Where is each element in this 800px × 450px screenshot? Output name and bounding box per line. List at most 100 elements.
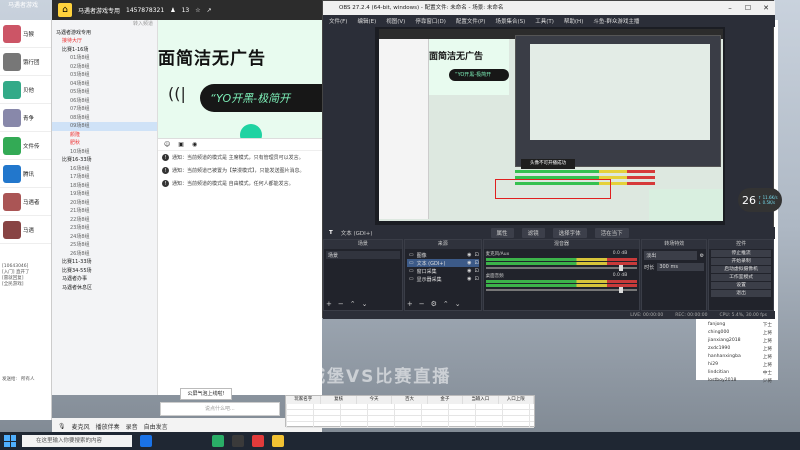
control-button[interactable]: 启动虚拟摄像机 — [711, 266, 772, 273]
sheet-column-header[interactable]: 百大 — [392, 396, 428, 404]
channel-tree-item[interactable]: 03场8组 — [52, 71, 157, 80]
channel-tree-item[interactable]: 24场8组 — [52, 233, 157, 242]
chat-input[interactable]: 说点什么吧... — [160, 402, 280, 416]
record-button[interactable]: 录音 — [126, 422, 138, 431]
duration-input[interactable]: 300 ms — [657, 263, 705, 271]
lock-icon[interactable]: ⊡ — [474, 260, 478, 266]
maximize-icon[interactable]: ☐ — [739, 1, 757, 15]
channel-tree-item[interactable]: 马遇者休息区 — [52, 284, 157, 293]
mic-label[interactable]: 麦克风 — [72, 422, 90, 431]
slider-handle[interactable] — [619, 265, 624, 271]
down-icon[interactable]: ⌄ — [455, 300, 461, 308]
location-icon[interactable]: ◉ — [192, 141, 197, 148]
channel-tree-item[interactable]: 05场8组 — [52, 88, 157, 97]
obs-menu-item[interactable]: 编辑(E) — [357, 17, 376, 25]
properties-button[interactable]: 属性 — [490, 228, 514, 238]
obs-menu-item[interactable]: 配置文件(P) — [456, 17, 486, 25]
channel-tree-item[interactable]: 22场8组 — [52, 216, 157, 225]
text-value-button[interactable]: 活在当下 — [594, 228, 629, 238]
obs-menu-item[interactable]: 文件(F) — [329, 17, 347, 25]
channel-tree-item[interactable]: 08场8组 — [52, 114, 157, 123]
windows-start-icon[interactable] — [4, 435, 16, 447]
channel-tree-item[interactable]: 20场8组 — [52, 199, 157, 208]
visibility-eye-icon[interactable]: ◉ — [467, 276, 471, 282]
channel-tree-item[interactable]: 09场8组 — [52, 122, 157, 131]
image-icon[interactable]: ▣ — [178, 141, 184, 148]
channel-tree-item[interactable]: 颜隆 — [52, 131, 157, 140]
taskbar-search[interactable]: 在这里输入你要搜索的内容 — [22, 435, 132, 447]
remove-icon[interactable]: − — [338, 300, 344, 308]
channel-tree-item[interactable]: 马遇者办事 — [52, 275, 157, 284]
chat-list-item[interactable]: 马猴 — [0, 20, 51, 48]
tree-header[interactable]: 转入频道 — [52, 20, 157, 29]
chat-list-item[interactable]: 文件传 — [0, 132, 51, 160]
chat-list-item[interactable]: 马遇 — [0, 216, 51, 244]
channel-tree-item[interactable]: 19场8组 — [52, 190, 157, 199]
app-icon[interactable] — [252, 435, 264, 447]
channel-tree-item[interactable]: 比赛16-33场 — [52, 156, 157, 165]
channel-tree-item[interactable]: 马遇者游戏专用 — [52, 29, 157, 38]
channel-tree-item[interactable]: 18场8组 — [52, 182, 157, 191]
obs-menu-item[interactable]: 视图(V) — [386, 17, 405, 25]
channel-tree-item[interactable]: 02场8组 — [52, 63, 157, 72]
sheet-grid[interactable] — [286, 404, 534, 428]
visibility-eye-icon[interactable]: ◉ — [467, 260, 471, 266]
user-row[interactable]: ching000 上将 — [696, 330, 778, 338]
user-row[interactable]: jianxiang2018 上将 — [696, 338, 778, 346]
chat-list-item[interactable]: 贝他 — [0, 76, 51, 104]
source-item[interactable]: ▭ 窗口采集 ◉ ⊡ — [407, 267, 479, 275]
control-button[interactable]: 开始录制 — [711, 258, 772, 265]
add-icon[interactable]: + — [326, 300, 332, 308]
obs-menu-item[interactable]: 工具(T) — [535, 17, 554, 25]
source-item[interactable]: ▭ 文本 (GDI+) ◉ ⊡ — [406, 259, 479, 267]
user-row[interactable]: lindcitian 中士 — [696, 370, 778, 378]
channel-tree-item[interactable]: 06场8组 — [52, 97, 157, 106]
visibility-eye-icon[interactable]: ◉ — [467, 268, 471, 274]
volume-slider[interactable] — [485, 265, 638, 271]
channel-tree-item[interactable]: 16场8组 — [52, 165, 157, 174]
visibility-eye-icon[interactable]: ◉ — [467, 252, 471, 258]
up-icon[interactable]: ⌃ — [443, 300, 449, 308]
sheet-column-header[interactable]: 玩家名字 — [286, 396, 322, 404]
chat-list-item[interactable]: 饿行团 — [0, 48, 51, 76]
obs-menu-item[interactable]: 停靠窗口(D) — [415, 17, 446, 25]
obs-menu-item[interactable]: 斗鱼-群众游戏主播 — [593, 17, 639, 25]
down-icon[interactable]: ⌄ — [362, 300, 368, 308]
gear-icon[interactable]: ⚙ — [431, 300, 437, 308]
channel-tree-item[interactable]: 比赛1-16场 — [52, 46, 157, 55]
emoji-icon[interactable]: ☺ — [164, 141, 170, 148]
user-row[interactable]: lostboy2018 少将 — [696, 378, 778, 386]
lock-icon[interactable]: ⊡ — [474, 276, 478, 282]
chat-list-item[interactable]: 腾讯 — [0, 160, 51, 188]
star-icon[interactable]: ☆ — [195, 7, 200, 14]
channel-tree-item[interactable]: 接待大厅 — [52, 37, 157, 46]
channel-tree-item[interactable]: 17场8组 — [52, 173, 157, 182]
sheet-column-header[interactable]: 入口上限 — [499, 396, 534, 404]
source-item[interactable]: ▭ 图像 ◉ ⊡ — [407, 251, 479, 259]
channel-tree-item[interactable]: 21场8组 — [52, 207, 157, 216]
user-row[interactable]: zxdc1990 上将 — [696, 346, 778, 354]
scene-item[interactable]: 场景 — [326, 251, 400, 259]
control-button[interactable]: 设置 — [711, 282, 772, 289]
play-music-button[interactable]: 播放伴奏 — [96, 422, 120, 431]
control-button[interactable]: 停止推流 — [711, 250, 772, 257]
user-row[interactable]: fanjong 下士 — [696, 322, 778, 330]
chat-list-item[interactable]: 青争 — [0, 104, 51, 132]
transition-type-select[interactable]: 淡出 — [644, 251, 697, 260]
lock-icon[interactable]: ⊡ — [474, 268, 478, 274]
obs-preview[interactable]: 面简洁无广告 “YO开黑-极简开 头像不可开播成功 — [375, 27, 725, 225]
chat-list-item[interactable]: 马遇者 — [0, 188, 51, 216]
share-icon[interactable]: ↗ — [207, 7, 212, 14]
channel-tree-item[interactable]: 23场8组 — [52, 224, 157, 233]
channel-tree-item[interactable]: 25场8组 — [52, 241, 157, 250]
channel-tree-item[interactable]: 比赛11-33场 — [52, 258, 157, 267]
source-item[interactable]: ▭ 显示器采集 ◉ ⊡ — [407, 275, 479, 283]
gear-icon[interactable]: ⚙ — [700, 253, 704, 259]
slider-handle[interactable] — [619, 287, 624, 293]
source-selection-box[interactable] — [495, 179, 611, 199]
control-button[interactable]: 工作室模式 — [711, 274, 772, 281]
minimize-icon[interactable]: – — [721, 1, 739, 15]
remove-icon[interactable]: − — [419, 300, 425, 308]
select-font-button[interactable]: 选择字体 — [552, 228, 587, 238]
free-speech-button[interactable]: 自由发言 — [144, 422, 168, 431]
